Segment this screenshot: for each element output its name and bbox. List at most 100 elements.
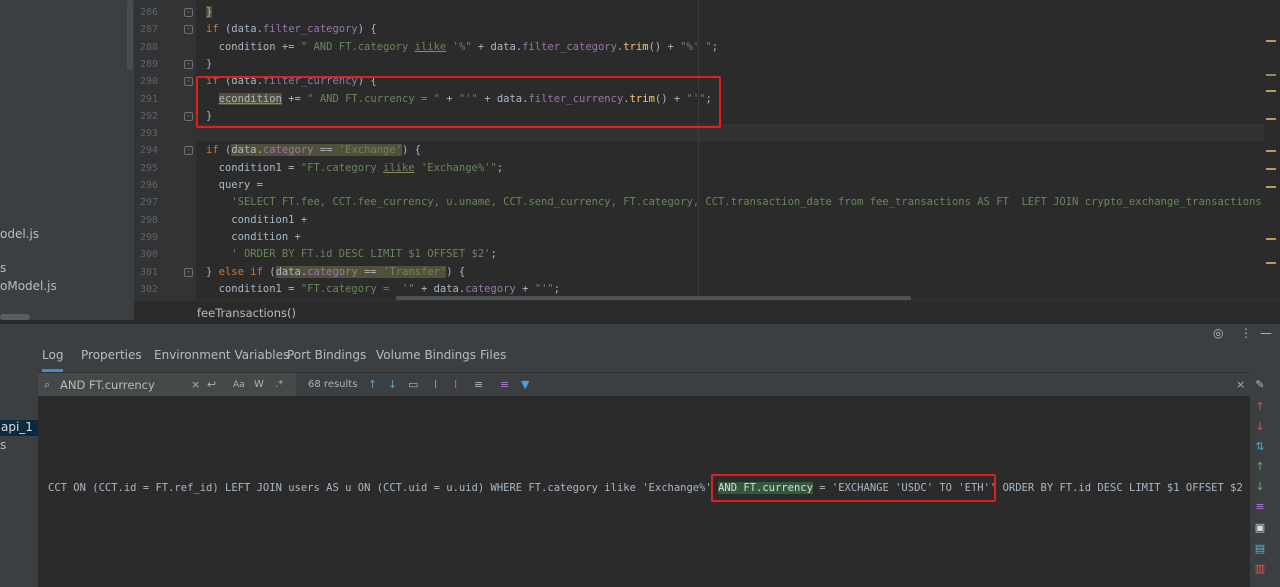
line-number: 297 <box>139 197 158 209</box>
warning-marker[interactable] <box>1266 150 1276 152</box>
service-tabs: Log Properties Environment Variables Por… <box>38 344 1280 372</box>
regex-toggle[interactable]: .* <box>275 378 283 392</box>
sidebar-file-item[interactable]: oModel.js <box>0 279 57 293</box>
edit-icon[interactable]: ✎ <box>1250 378 1270 392</box>
filter-icon[interactable]: ▼ <box>521 378 529 392</box>
line-number: 300 <box>139 249 158 261</box>
sidebar-horizontal-scrollbar[interactable] <box>0 314 30 320</box>
code-line: ' ORDER BY FT.id DESC LIMIT $1 OFFSET $2… <box>231 248 497 261</box>
warning-marker[interactable] <box>1266 262 1276 264</box>
warning-marker[interactable] <box>1266 186 1276 188</box>
line-number: 299 <box>139 231 158 243</box>
next-occurrence-icon[interactable]: ↓ <box>388 378 397 392</box>
log-toolbar: ✎ ↑ ↓ ⇅ ↑ ↓ ≡ ▣ ▤ ▥ <box>1250 372 1280 587</box>
select-all-occurrences-icon[interactable]: ▭ <box>408 378 418 392</box>
match-case-toggle[interactable]: Aa <box>233 378 245 392</box>
code-line: } <box>206 57 213 70</box>
code-line: 'SELECT FT.fee, CCT.fee_currency, u.unam… <box>231 196 1264 209</box>
code-line: condition + <box>206 230 301 243</box>
target-icon[interactable]: ◎ <box>1213 326 1223 340</box>
project-sidebar: odel.js s oModel.js <box>0 0 134 320</box>
clear-search-icon[interactable]: × <box>191 378 200 392</box>
fold-icon[interactable]: - <box>184 111 193 121</box>
search-icon: ⌕ <box>44 378 51 391</box>
warning-marker[interactable] <box>1266 74 1276 76</box>
line-number: 291 <box>139 93 158 105</box>
tab-properties[interactable]: Properties <box>81 344 142 372</box>
soft-wrap-icon[interactable]: ≡ <box>1250 500 1270 514</box>
log-output[interactable]: CCT ON (CCT.id = FT.ref_id) LEFT JOIN us… <box>38 396 1250 587</box>
search-input-value[interactable]: AND FT.currency <box>60 378 155 392</box>
line-number: 296 <box>139 180 158 191</box>
fold-icon[interactable]: - <box>184 77 193 87</box>
line-number: 287 <box>139 24 158 36</box>
highlight-box-log <box>711 474 996 502</box>
sort-icon[interactable]: ⇅ <box>1250 440 1270 454</box>
service-item-api[interactable]: api_1 <box>0 420 38 436</box>
code-line: if (data.filter_category) { <box>206 23 377 36</box>
line-number: 289 <box>139 58 158 70</box>
code-line: } else if (data.category == 'Transfer') … <box>206 265 466 278</box>
services-tree: api_1 s <box>0 324 38 587</box>
up-arrow-icon[interactable]: ↑ <box>1250 400 1270 414</box>
print-icon[interactable]: ▤ <box>1250 542 1270 556</box>
close-find-icon[interactable]: × <box>1236 378 1245 392</box>
line-number: 293 <box>139 128 158 140</box>
service-item[interactable]: s <box>0 438 6 452</box>
code-line: query = <box>206 179 263 191</box>
scroll-down-icon[interactable]: ↓ <box>1250 480 1270 494</box>
filter-results-icon[interactable]: ≡ <box>474 378 483 392</box>
warning-marker[interactable] <box>1266 238 1276 240</box>
code-editor[interactable]: } if (data.filter_category) { condition +… <box>196 0 1264 300</box>
editor-gutter: 286 - 287 - 288 289 - 290 - 291 292 - 293 294 - 295 296 2… <box>134 0 196 300</box>
more-options-icon[interactable]: ⋮ <box>1240 326 1252 340</box>
find-bar: ⌕ AND FT.currency × ↩ Aa W .* 68 results… <box>38 372 1250 397</box>
fold-icon[interactable]: - <box>184 146 193 156</box>
tab-files[interactable]: Files <box>480 344 506 372</box>
tab-log[interactable]: Log <box>42 344 64 372</box>
line-number: 298 <box>139 214 158 226</box>
context-icon[interactable]: ≡ <box>500 378 509 392</box>
sidebar-file-item[interactable]: odel.js <box>0 227 39 241</box>
highlight-box-code <box>196 76 721 128</box>
code-line: if (data.category == 'Exchange') { <box>206 144 421 157</box>
warning-marker[interactable] <box>1266 118 1276 120</box>
warning-marker[interactable] <box>1266 168 1276 170</box>
code-line: condition += " AND FT.category ilike '%"… <box>206 40 719 53</box>
code-line: condition1 = "FT.category ilike 'Exchang… <box>206 161 504 174</box>
add-occurrence-icon[interactable]: I <box>434 378 437 392</box>
search-input[interactable]: ⌕ AND FT.currency × ↩ Aa W .* <box>38 373 296 397</box>
line-number: 302 <box>139 283 158 295</box>
line-number: 295 <box>139 162 158 174</box>
log-text-before: CCT ON (CCT.id = FT.ref_id) LEFT JOIN us… <box>48 482 719 494</box>
fold-icon[interactable]: - <box>184 8 193 17</box>
tab-volume-bindings[interactable]: Volume Bindings <box>376 344 476 372</box>
minimize-icon[interactable]: — <box>1260 326 1272 340</box>
breadcrumb[interactable]: feeTransactions() <box>197 306 296 320</box>
tab-environment-variables[interactable]: Environment Variables <box>154 344 289 372</box>
fold-icon[interactable]: - <box>184 267 193 277</box>
remove-occurrence-icon[interactable]: I <box>454 378 457 392</box>
panel-header: ◎ ⋮ — <box>38 324 1280 344</box>
line-number: 292 <box>139 110 158 122</box>
words-toggle[interactable]: W <box>254 378 264 392</box>
sidebar-file-item[interactable]: s <box>0 261 6 275</box>
breadcrumb-bar: feeTransactions() <box>134 300 1280 324</box>
new-line-icon[interactable]: ↩ <box>207 378 216 392</box>
previous-occurrence-icon[interactable]: ↑ <box>368 378 377 392</box>
fold-icon[interactable]: - <box>184 25 193 35</box>
fold-icon[interactable]: - <box>184 59 193 69</box>
code-line: condition1 + <box>206 213 308 226</box>
new-console-icon[interactable]: ▣ <box>1250 521 1270 535</box>
line-number: 301 <box>139 266 158 278</box>
sidebar-scrollbar[interactable] <box>127 0 133 70</box>
scroll-up-icon[interactable]: ↑ <box>1250 460 1270 474</box>
line-number: 286 <box>139 7 158 18</box>
warning-marker[interactable] <box>1266 40 1276 42</box>
results-count: 68 results <box>308 379 358 390</box>
tab-port-bindings[interactable]: Port Bindings <box>287 344 366 372</box>
delete-icon[interactable]: ▥ <box>1250 562 1270 576</box>
line-number: 288 <box>139 41 158 53</box>
down-arrow-icon[interactable]: ↓ <box>1250 420 1270 434</box>
warning-marker[interactable] <box>1266 90 1276 92</box>
